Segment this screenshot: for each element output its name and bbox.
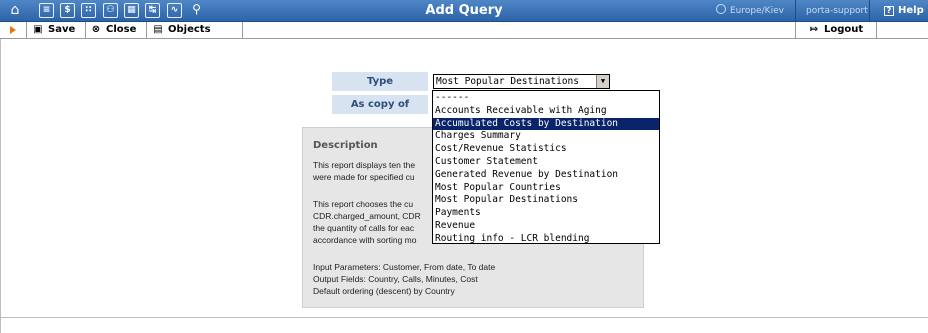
dropdown-option[interactable]: Cost/Revenue Statistics bbox=[433, 143, 659, 156]
table-icon[interactable]: ▦ bbox=[124, 3, 139, 18]
dropdown-option[interactable]: Charges Summary bbox=[433, 130, 659, 143]
description-line: accordance with sorting mo bbox=[313, 235, 417, 245]
dropdown-option[interactable]: Most Popular Countries bbox=[433, 182, 659, 195]
type-select[interactable]: Most Popular Destinations ▼ bbox=[433, 74, 610, 89]
description-line: This report chooses the cu bbox=[313, 199, 414, 209]
description-line: This report displays ten the bbox=[313, 160, 416, 170]
save-label: Save bbox=[48, 24, 76, 35]
user-icon[interactable]: ⚇ bbox=[103, 3, 118, 18]
type-label: Type bbox=[332, 72, 428, 91]
description-title: Description bbox=[313, 140, 378, 151]
dropdown-option[interactable]: Accounts Receivable with Aging bbox=[433, 105, 659, 118]
close-label: Close bbox=[106, 24, 137, 35]
dropdown-option[interactable]: Most Popular Destinations bbox=[433, 194, 659, 207]
grid-icon[interactable]: ∷ bbox=[81, 3, 96, 18]
chart-icon[interactable]: ∿ bbox=[167, 3, 182, 18]
type-select-value: Most Popular Destinations bbox=[436, 76, 579, 87]
timezone-link[interactable]: Europe/Kiev bbox=[716, 0, 784, 22]
dropdown-option[interactable]: Payments bbox=[433, 207, 659, 220]
divider bbox=[795, 0, 796, 22]
user-link[interactable]: porta-support bbox=[806, 0, 868, 22]
dropdown-option[interactable]: ------ bbox=[433, 92, 659, 105]
search-icon[interactable]: ⚲ bbox=[189, 3, 204, 18]
description-line: Default ordering (descent) by Country bbox=[313, 286, 455, 296]
close-button[interactable]: ⊗ Close bbox=[90, 22, 137, 39]
description-line: the quantity of calls for eac bbox=[313, 223, 415, 233]
logout-icon: ⤇ bbox=[809, 24, 819, 35]
as-copy-of-label: As copy of bbox=[332, 95, 428, 114]
arrow-right-icon[interactable] bbox=[10, 26, 16, 34]
top-navigation-bar: ⌂ ≡ $ ∷ ⚇ ▦ ↹ ∿ ⚲ Add Query Europe/Kiev … bbox=[0, 0, 928, 22]
dropdown-option[interactable]: Customer Statement bbox=[433, 156, 659, 169]
toolbar: ▣ Save ⊗ Close ▤ Objects ⤇ Logout bbox=[0, 22, 928, 39]
page-title: Add Query bbox=[425, 3, 503, 18]
help-label: Help bbox=[898, 5, 924, 16]
home-icon[interactable]: ⌂ bbox=[7, 2, 23, 19]
dropdown-option[interactable]: Revenue bbox=[433, 220, 659, 233]
description-line: Input Parameters: Customer, From date, T… bbox=[313, 262, 496, 272]
clock-icon bbox=[716, 4, 726, 14]
logout-button[interactable]: ⤇ Logout bbox=[808, 22, 863, 39]
description-line: CDR.charged_amount, CDR bbox=[313, 211, 421, 221]
objects-icon: ▤ bbox=[153, 24, 163, 35]
divider bbox=[26, 22, 27, 39]
close-icon: ⊗ bbox=[91, 24, 101, 35]
dollar-icon[interactable]: $ bbox=[60, 3, 75, 18]
divider bbox=[146, 22, 147, 39]
list-icon[interactable]: ≡ bbox=[39, 3, 54, 18]
description-line: were made for specified cu bbox=[313, 172, 415, 182]
dropdown-option[interactable]: Routing info - LCR blending bbox=[433, 233, 659, 246]
save-button[interactable]: ▣ Save bbox=[32, 22, 75, 39]
description-line: Output Fields: Country, Calls, Minutes, … bbox=[313, 274, 478, 284]
help-icon: ? bbox=[884, 6, 894, 16]
dropdown-option[interactable]: Accumulated Costs by Destination bbox=[433, 117, 659, 131]
logout-label: Logout bbox=[824, 24, 864, 35]
divider bbox=[876, 22, 877, 39]
objects-button[interactable]: ▤ Objects bbox=[152, 22, 211, 39]
divider bbox=[242, 22, 243, 39]
type-dropdown-list[interactable]: ------ Accounts Receivable with Aging Accu… bbox=[432, 90, 660, 244]
floppy-disk-icon: ▣ bbox=[33, 24, 43, 35]
dropdown-option[interactable]: Generated Revenue by Destination bbox=[433, 169, 659, 182]
divider bbox=[869, 0, 870, 22]
help-link[interactable]: ? Help bbox=[884, 0, 924, 22]
divider bbox=[795, 22, 796, 39]
objects-label: Objects bbox=[168, 24, 211, 35]
divider bbox=[0, 317, 928, 318]
timezone-label: Europe/Kiev bbox=[730, 6, 784, 16]
transfer-icon[interactable]: ↹ bbox=[145, 3, 160, 18]
chevron-down-icon[interactable]: ▼ bbox=[596, 75, 609, 88]
divider bbox=[85, 22, 86, 39]
